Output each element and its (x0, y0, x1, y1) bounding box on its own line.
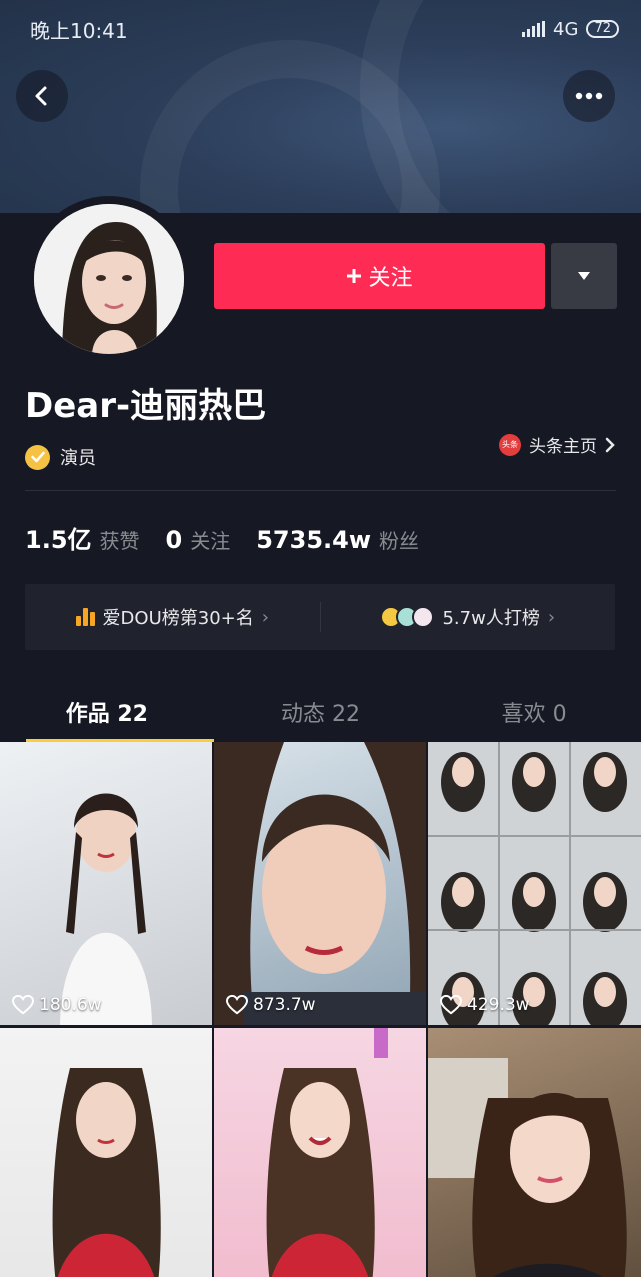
recommend-dropdown-button[interactable] (551, 243, 617, 309)
dou-rank-label: 爱DOU榜第30+名 (102, 608, 254, 629)
chevron-right-icon (605, 437, 615, 452)
chevron-right-icon: › (547, 606, 556, 628)
caret-down-icon (578, 272, 590, 280)
stat-likes: 1.5亿 获赞 (25, 520, 140, 555)
video-thumbnail[interactable] (214, 1028, 426, 1277)
video-thumbnail[interactable] (0, 1028, 212, 1277)
profile-banner: 晚上10:41 4G 72 (0, 0, 641, 213)
back-button[interactable] (16, 70, 68, 122)
status-time: 晚上10:41 (30, 18, 128, 43)
tab-likes[interactable]: 喜欢 0 (427, 680, 641, 742)
stat-following[interactable]: 0 关注 (166, 525, 231, 554)
video-likes: 180.6w (12, 995, 102, 1015)
stat-value: 5735.4w (256, 526, 372, 554)
chart-bars-icon (75, 608, 95, 626)
video-cover (266, 1028, 388, 1277)
heart-icon (440, 995, 462, 1015)
likes-count: 429.3w (467, 995, 530, 1015)
network-type: 4G (553, 18, 579, 40)
status-indicators: 4G 72 (522, 19, 619, 40)
more-icon (575, 92, 603, 100)
video-cover (214, 742, 426, 1025)
video-thumbnail[interactable] (428, 1028, 641, 1277)
verified-icon (25, 444, 50, 470)
stat-value: 0 (165, 526, 183, 554)
plus-icon (347, 269, 362, 283)
video-likes: 873.7w (226, 995, 316, 1015)
stat-label: 粉丝 (379, 529, 420, 553)
toutiao-link-label: 头条主页 (529, 437, 597, 457)
video-thumbnail[interactable]: 873.7w (214, 742, 426, 1025)
stat-label: 获赞 (99, 529, 140, 553)
battery-icon: 72 (586, 20, 619, 38)
avatar-frame (26, 196, 192, 362)
support-rank-link[interactable]: 5.7w人打榜 › (321, 604, 616, 630)
signal-icon (522, 21, 546, 37)
back-icon (35, 86, 47, 106)
divider (25, 490, 616, 491)
more-button[interactable] (563, 70, 615, 122)
avatar[interactable] (34, 204, 184, 354)
toutiao-logo-icon: 头条 (499, 433, 521, 456)
dou-rank-link[interactable]: 爱DOU榜第30+名 › (25, 604, 320, 630)
video-grid: 180.6w 873.7w 429.3w (0, 742, 641, 1277)
stat-value: 1.5亿 (25, 526, 92, 554)
video-thumbnail[interactable]: 180.6w (0, 742, 212, 1025)
profile-stats: 1.5亿 获赞 0 关注 5735.4w 粉丝 (25, 520, 419, 555)
badge-label: 演员 (60, 448, 96, 469)
stat-followers[interactable]: 5735.4w 粉丝 (256, 525, 419, 554)
avatar-portrait (34, 204, 184, 354)
support-count-label: 5.7w人打榜 (442, 608, 540, 629)
tab-works[interactable]: 作品 22 (0, 680, 214, 742)
stat-label: 关注 (190, 529, 231, 553)
heart-icon (226, 995, 248, 1015)
toutiao-homepage-link[interactable]: 头条 头条主页 (499, 432, 615, 457)
video-cover (428, 742, 641, 1025)
video-cover (428, 1058, 627, 1277)
follow-label: 关注 (368, 266, 413, 291)
video-likes: 429.3w (440, 995, 530, 1015)
profile-name: Dear-迪丽热巴 (25, 386, 267, 426)
likes-count: 873.7w (253, 995, 316, 1015)
video-cover (52, 1068, 161, 1277)
supporter-avatar (412, 606, 435, 628)
content-tabs: 作品 22 动态 22 喜欢 0 (0, 680, 641, 742)
rank-bar: 爱DOU榜第30+名 › 5.7w人打榜 › (25, 584, 615, 650)
verified-badge: 演员 (25, 444, 96, 470)
video-cover (60, 793, 152, 1025)
follow-button[interactable]: 关注 (214, 243, 545, 309)
supporter-avatars (380, 606, 435, 628)
status-bar: 晚上10:41 4G 72 (0, 0, 641, 58)
tab-moments[interactable]: 动态 22 (214, 680, 428, 742)
chevron-right-icon: › (261, 606, 269, 628)
video-thumbnail[interactable]: 429.3w (428, 742, 641, 1025)
likes-count: 180.6w (39, 995, 102, 1015)
heart-icon (12, 995, 34, 1015)
